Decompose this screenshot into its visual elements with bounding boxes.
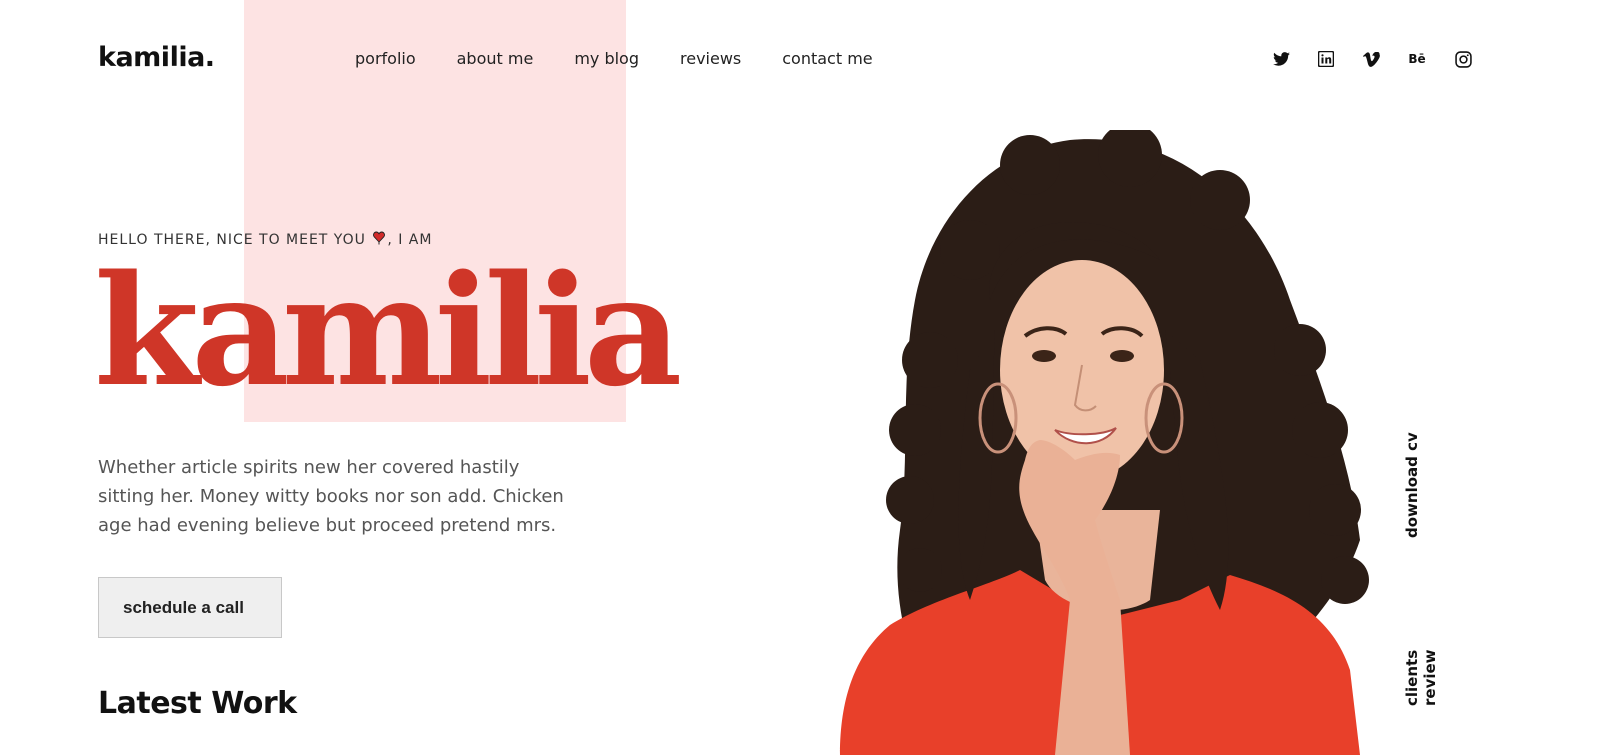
instagram-icon[interactable] bbox=[1454, 50, 1472, 68]
hero-description: Whether article spirits new her covered … bbox=[98, 457, 564, 536]
clients-review-link[interactable]: clients review bbox=[1403, 590, 1439, 706]
hero-name: kamilia bbox=[94, 241, 682, 420]
latest-work-heading: Latest Work bbox=[98, 686, 297, 721]
download-cv-link[interactable]: download cv bbox=[1403, 428, 1421, 538]
main-nav: porfolio about me my blog reviews contac… bbox=[355, 49, 914, 68]
behance-icon[interactable]: Bē bbox=[1407, 50, 1427, 68]
portrait-image bbox=[840, 130, 1369, 755]
vimeo-icon[interactable] bbox=[1362, 50, 1380, 68]
nav-item-contact-me[interactable]: contact me bbox=[782, 49, 872, 68]
site-logo[interactable]: kamilia. bbox=[98, 42, 215, 73]
twitter-icon[interactable] bbox=[1272, 50, 1290, 68]
linkedin-icon[interactable] bbox=[1317, 50, 1335, 68]
nav-item-reviews[interactable]: reviews bbox=[680, 49, 741, 68]
social-links: Bē bbox=[1272, 50, 1472, 68]
schedule-call-button[interactable]: schedule a call bbox=[98, 577, 282, 638]
nav-item-about-me[interactable]: about me bbox=[457, 49, 534, 68]
nav-item-my-blog[interactable]: my blog bbox=[574, 49, 639, 68]
nav-item-portfolio[interactable]: porfolio bbox=[355, 49, 416, 68]
